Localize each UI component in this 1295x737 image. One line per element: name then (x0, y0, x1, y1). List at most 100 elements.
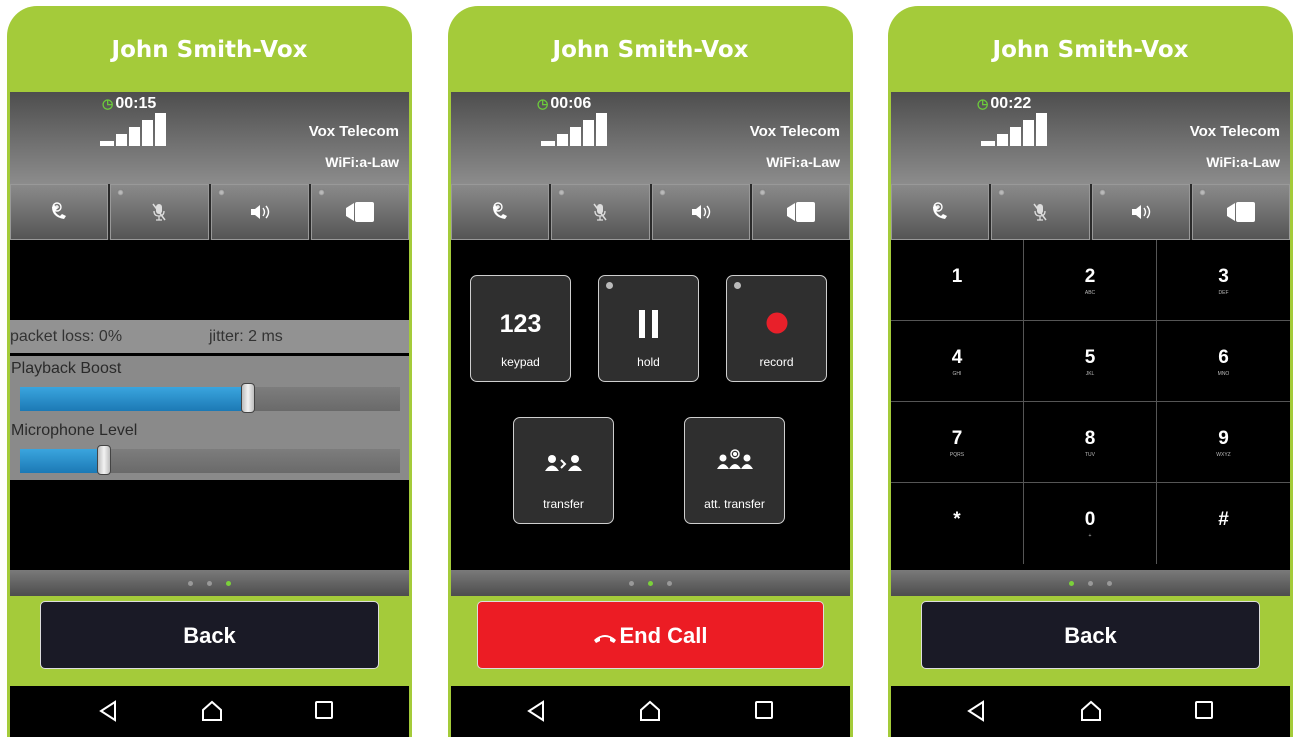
dialpad-key[interactable]: 3 DEF (1157, 240, 1290, 321)
carrier-name: Vox Telecom (749, 123, 840, 140)
status-led (117, 189, 125, 196)
recents-icon[interactable] (1194, 700, 1214, 720)
clock-icon: ◷ (537, 96, 549, 111)
dialpad-key[interactable]: 1 (891, 240, 1024, 321)
mute-button[interactable] (991, 184, 1090, 240)
dialpad-key[interactable]: 9 WXYZ (1157, 402, 1290, 483)
dialpad-key-digit: 1 (951, 266, 963, 287)
dialpad-key-letters: WXYZ (1216, 452, 1231, 458)
dialpad-key-digit: 6 (1218, 347, 1229, 368)
back-button[interactable]: Back (921, 601, 1260, 669)
android-nav-bar (10, 686, 409, 737)
call-toolbar (891, 184, 1290, 240)
hold-button[interactable]: hold (598, 275, 699, 382)
recents-icon[interactable] (314, 700, 334, 720)
mute-button[interactable] (551, 184, 650, 240)
add-call-icon (493, 202, 508, 219)
codec-label: WiFi:a-Law (1206, 154, 1280, 170)
page-dot[interactable] (667, 581, 672, 586)
keypad-icon: 123 (499, 310, 542, 338)
microphone-level-thumb[interactable] (96, 445, 111, 475)
dialpad-key[interactable]: 4 GHI (891, 321, 1024, 402)
call-stats-bar: packet loss: 0% jitter: 2 ms (10, 320, 409, 356)
dialpad-key-letters: ABC (1084, 290, 1096, 296)
end-call-button[interactable]: End Call (477, 601, 824, 669)
dialpad-key-digit: * (953, 509, 961, 530)
add-call-button[interactable] (891, 184, 990, 240)
home-icon[interactable] (639, 700, 661, 722)
page-dot[interactable] (629, 581, 634, 586)
page-dot[interactable] (188, 581, 193, 586)
dialpad-key-digit: 7 (951, 428, 963, 449)
hold-label: hold (637, 355, 660, 369)
playback-boost-thumb[interactable] (241, 383, 255, 413)
dialpad-key[interactable]: 2 ABC (1024, 240, 1157, 321)
transfer-button[interactable]: transfer (513, 417, 614, 524)
jitter-text: jitter: 2 ms (209, 328, 283, 345)
add-call-button[interactable] (451, 184, 550, 240)
dialpad-key[interactable]: # (1157, 483, 1290, 564)
status-led (217, 189, 225, 196)
video-button[interactable] (310, 184, 409, 240)
signal-strength-icon (541, 112, 613, 146)
speaker-button[interactable] (210, 184, 309, 240)
end-call-label: End Call (619, 623, 708, 648)
call-status-panel: ◷ 00:06 Vox Telecom WiFi:a-Law (451, 92, 850, 184)
add-call-button[interactable] (10, 184, 109, 240)
video-button[interactable] (751, 184, 850, 240)
dialpad-key[interactable]: * (891, 483, 1024, 564)
attended-transfer-button[interactable]: att. transfer (684, 417, 785, 524)
back-icon[interactable] (966, 700, 986, 722)
status-led (1098, 189, 1106, 196)
mute-icon (1033, 203, 1047, 221)
signal-strength-icon (100, 112, 172, 146)
mute-icon (593, 203, 607, 221)
recents-icon[interactable] (754, 700, 774, 720)
dialpad-key-digit: 3 (1218, 266, 1229, 287)
video-icon (1226, 202, 1255, 222)
phone-screen-audio-settings: John Smith-Vox ◷ 00:15 Vox Telecom WiFi:a… (7, 6, 412, 737)
status-led (758, 189, 766, 196)
speaker-button[interactable] (651, 184, 750, 240)
back-button[interactable]: Back (40, 601, 379, 669)
call-toolbar (451, 184, 850, 240)
page-dot[interactable] (1107, 581, 1112, 586)
carrier-name: Vox Telecom (1189, 123, 1280, 140)
page-dot-active[interactable] (226, 581, 231, 586)
call-controls-panel: 123 keypad hold record transfer att. tra… (451, 240, 850, 570)
back-icon[interactable] (526, 700, 546, 722)
speaker-button[interactable] (1091, 184, 1190, 240)
page-dot[interactable] (207, 581, 212, 586)
page-indicator (451, 570, 850, 596)
dialpad-key[interactable]: 7 PQRS (891, 402, 1024, 483)
home-icon[interactable] (201, 700, 223, 722)
contact-title: John Smith-Vox (552, 37, 749, 63)
pause-icon (639, 310, 658, 338)
back-icon[interactable] (98, 700, 118, 722)
page-dot-active[interactable] (648, 581, 653, 586)
speaker-icon (691, 205, 710, 219)
mute-icon (152, 203, 166, 221)
dialpad-key[interactable]: 6 MNO (1157, 321, 1290, 402)
home-icon[interactable] (1080, 700, 1102, 722)
dialpad-key[interactable]: 5 JKL (1024, 321, 1157, 402)
video-button[interactable] (1191, 184, 1290, 240)
page-dot-active[interactable] (1069, 581, 1074, 586)
page-indicator (10, 570, 409, 596)
record-button[interactable]: record (726, 275, 827, 382)
dialpad-key-digit: 4 (951, 347, 963, 368)
playback-boost-slider[interactable] (20, 383, 400, 413)
audio-settings-panel: packet loss: 0% jitter: 2 ms Playback Bo… (10, 240, 409, 570)
page-dot[interactable] (1088, 581, 1093, 586)
att-transfer-label: att. transfer (704, 497, 765, 511)
microphone-level-slider[interactable] (20, 445, 400, 475)
status-led (558, 189, 566, 196)
mute-button[interactable] (110, 184, 209, 240)
transfer-label: transfer (543, 497, 584, 511)
keypad-button[interactable]: 123 keypad (470, 275, 571, 382)
dialpad-key[interactable]: 0 + (1024, 483, 1157, 564)
android-nav-bar (891, 686, 1290, 737)
dialpad-key-letters: PQRS (949, 452, 965, 458)
dialpad-key[interactable]: 8 TUV (1024, 402, 1157, 483)
codec-label: WiFi:a-Law (766, 154, 840, 170)
